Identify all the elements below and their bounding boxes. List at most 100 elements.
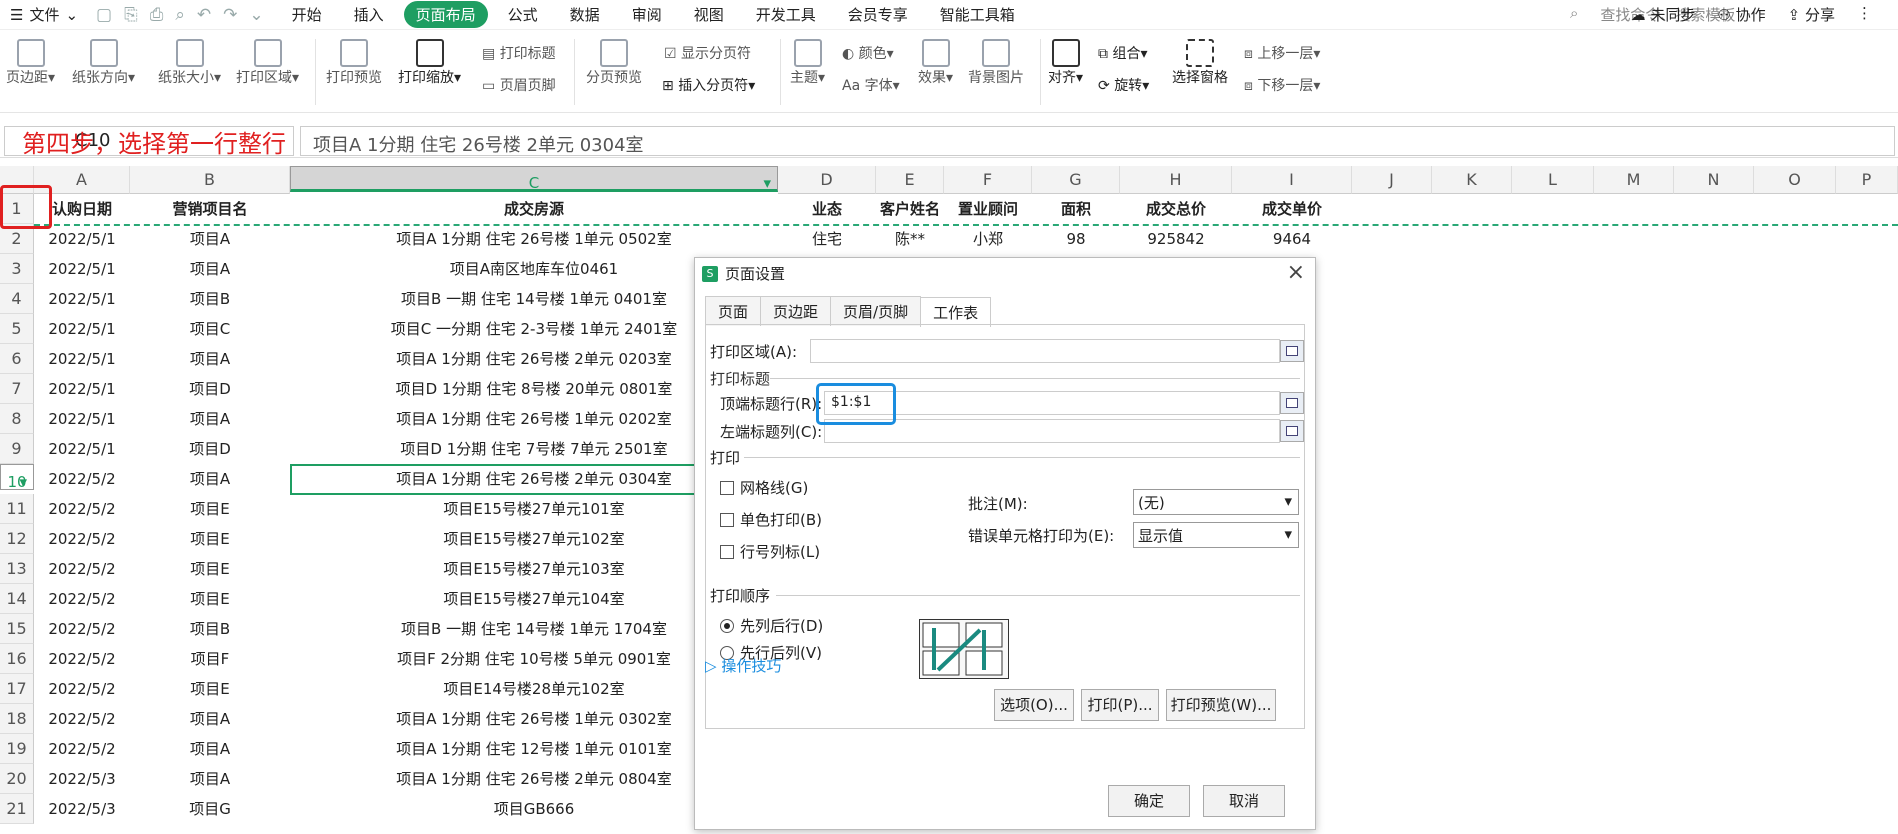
formula-input[interactable]: 项目A 1分期 住宅 26号楼 2单元 0304室	[300, 126, 1895, 156]
table-cell[interactable]: 项目A	[130, 404, 290, 434]
print-scale-button[interactable]: 打印缩放▾	[398, 39, 461, 87]
table-cell[interactable]: 陈**	[876, 224, 944, 254]
table-cell[interactable]: 2022/5/1	[34, 404, 130, 434]
header-cell[interactable]: 成交房源	[290, 194, 778, 224]
table-cell[interactable]: 9464	[1232, 224, 1352, 254]
dialog-tab-1[interactable]: 页边距	[760, 296, 832, 326]
pagebreak-preview-button[interactable]: 分页预览	[586, 39, 642, 87]
row-header-18[interactable]: 18	[0, 704, 34, 734]
share-button[interactable]: ⇪ 分享	[1788, 4, 1835, 25]
table-cell[interactable]: 2022/5/3	[34, 794, 130, 824]
print-titles-button[interactable]: ▤ 打印标题	[482, 43, 556, 63]
table-cell[interactable]: 项目E	[130, 584, 290, 614]
close-icon[interactable]: ×	[1287, 260, 1305, 285]
dialog-tab-0[interactable]: 页面	[705, 296, 762, 326]
undo-icon[interactable]: ↶	[197, 5, 211, 25]
table-cell[interactable]: 小郑	[944, 224, 1032, 254]
rowcol-checkbox[interactable]: 行号列标(L)	[720, 541, 820, 562]
col-header-N[interactable]: N	[1674, 166, 1754, 194]
table-cell[interactable]: 项目D	[130, 374, 290, 404]
print-area-button[interactable]: 打印区域▾	[236, 39, 299, 87]
tab-9[interactable]: 智能工具箱	[928, 1, 1027, 28]
row-header-13[interactable]: 13	[0, 554, 34, 584]
orientation-button[interactable]: 纸张方向▾	[72, 39, 135, 87]
export-icon[interactable]: ⎘	[124, 5, 138, 25]
more-icon[interactable]: ⌄	[249, 5, 263, 25]
table-cell[interactable]: 2022/5/2	[34, 464, 130, 494]
background-button[interactable]: 背景图片	[968, 39, 1024, 87]
col-header-K[interactable]: K	[1432, 166, 1512, 194]
table-cell[interactable]: 2022/5/2	[34, 554, 130, 584]
row-header-10[interactable]: 10	[0, 464, 34, 497]
header-footer-button[interactable]: ▭ 页眉页脚	[482, 75, 556, 95]
rotate-button[interactable]: ⟳ 旋转▾	[1098, 75, 1149, 95]
file-menu[interactable]: ☰ 文件 ⌄	[0, 4, 88, 25]
table-cell[interactable]: 项目A	[130, 764, 290, 794]
table-cell[interactable]: 项目A	[130, 254, 290, 284]
font-button[interactable]: Aa 字体▾	[842, 75, 900, 95]
row-header-12[interactable]: 12	[0, 524, 34, 554]
print-icon[interactable]: ⎙	[150, 5, 164, 25]
ok-button[interactable]: 确定	[1108, 785, 1190, 817]
tab-8[interactable]: 会员专享	[836, 1, 920, 28]
table-cell[interactable]: 住宅	[778, 224, 876, 254]
effect-button[interactable]: 效果▾	[918, 39, 953, 87]
cancel-button[interactable]: 取消	[1203, 785, 1285, 817]
header-cell[interactable]: 营销项目名	[130, 194, 290, 224]
row-header-21[interactable]: 21	[0, 794, 34, 824]
collab-button[interactable]: ⚇ 协作	[1717, 4, 1765, 25]
tab-3[interactable]: 公式	[496, 1, 550, 28]
row-header-14[interactable]: 14	[0, 584, 34, 614]
table-cell[interactable]: 2022/5/2	[34, 644, 130, 674]
table-cell[interactable]: 项目A	[130, 464, 290, 494]
header-cell[interactable]: 成交单价	[1232, 194, 1352, 224]
header-cell[interactable]: 面积	[1032, 194, 1120, 224]
print-button[interactable]: 打印(P)...	[1081, 689, 1159, 721]
group-button[interactable]: ⧉ 组合▾	[1098, 43, 1147, 63]
row-header-16[interactable]: 16	[0, 644, 34, 674]
table-cell[interactable]: 项目A	[130, 734, 290, 764]
table-cell[interactable]: 2022/5/1	[34, 434, 130, 464]
tab-6[interactable]: 视图	[682, 1, 736, 28]
table-cell[interactable]: 2022/5/2	[34, 734, 130, 764]
row-header-8[interactable]: 8	[0, 404, 34, 434]
table-cell[interactable]: 项目E	[130, 674, 290, 704]
row-header-15[interactable]: 15	[0, 614, 34, 644]
mono-checkbox[interactable]: 单色打印(B)	[720, 509, 822, 530]
table-cell[interactable]: 项目A	[130, 224, 290, 254]
table-cell[interactable]: 98	[1032, 224, 1120, 254]
select-pane-button[interactable]: 选择窗格	[1172, 39, 1228, 87]
table-cell[interactable]: 项目G	[130, 794, 290, 824]
down-over-radio[interactable]: 先列后行(D)	[720, 615, 823, 636]
row-header-19[interactable]: 19	[0, 734, 34, 764]
row-header-6[interactable]: 6	[0, 344, 34, 374]
header-cell[interactable]: 成交总价	[1120, 194, 1232, 224]
table-cell[interactable]: 2022/5/1	[34, 314, 130, 344]
table-cell[interactable]: 2022/5/3	[34, 764, 130, 794]
col-header-L[interactable]: L	[1512, 166, 1594, 194]
print-preview-button[interactable]: 打印预览(W)...	[1166, 689, 1276, 721]
table-cell[interactable]: 项目D	[130, 434, 290, 464]
table-cell[interactable]: 项目E	[130, 554, 290, 584]
theme-button[interactable]: 主题▾	[790, 39, 825, 87]
options-button[interactable]: 选项(O)...	[994, 689, 1074, 721]
col-header-H[interactable]: H	[1120, 166, 1232, 194]
print-area-field[interactable]	[810, 339, 1280, 363]
preview-icon[interactable]: ⌕	[175, 5, 185, 25]
table-cell[interactable]: 2022/5/1	[34, 344, 130, 374]
header-cell[interactable]: 客户姓名	[876, 194, 944, 224]
bring-forward-button[interactable]: ⧈ 上移一层▾	[1244, 43, 1320, 63]
tab-7[interactable]: 开发工具	[744, 1, 828, 28]
more-options-icon[interactable]: ⋮	[1857, 4, 1872, 25]
table-cell[interactable]: 2022/5/2	[34, 674, 130, 704]
row-header-9[interactable]: 9	[0, 434, 34, 464]
errors-select[interactable]: 显示值	[1133, 522, 1299, 548]
table-cell[interactable]: 2022/5/2	[34, 704, 130, 734]
col-header-D[interactable]: D	[778, 166, 876, 194]
top-rows-picker-icon[interactable]	[1280, 392, 1304, 414]
tab-2[interactable]: 页面布局	[403, 1, 488, 28]
left-cols-picker-icon[interactable]	[1280, 420, 1304, 442]
col-header-G[interactable]: G	[1032, 166, 1120, 194]
table-cell[interactable]: 项目C	[130, 314, 290, 344]
row-header-11[interactable]: 11	[0, 494, 34, 524]
